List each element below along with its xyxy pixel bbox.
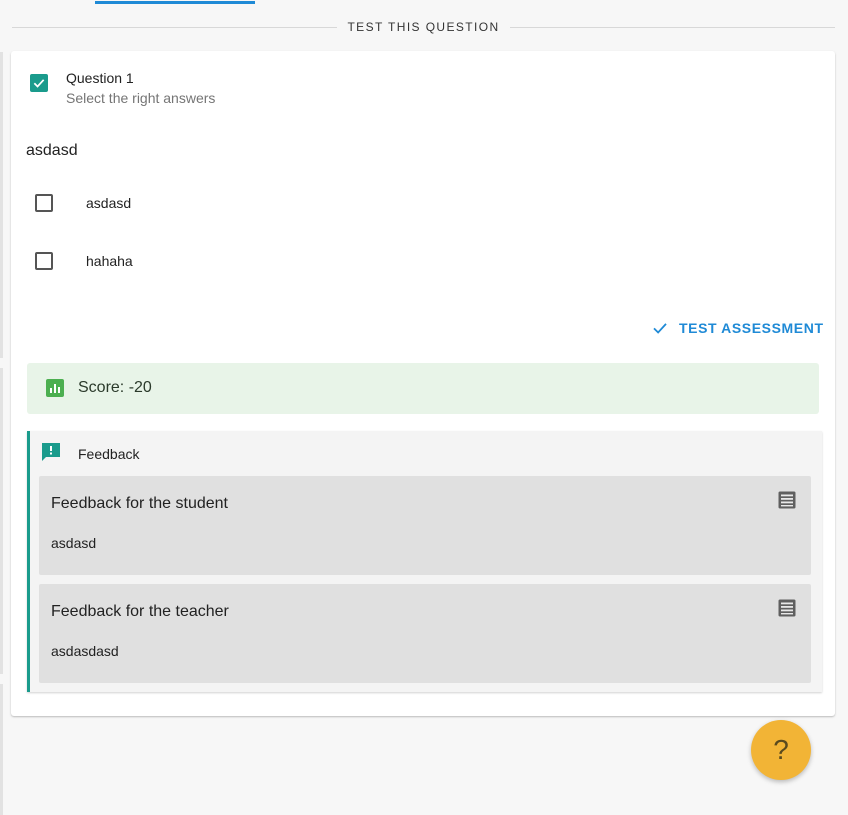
test-assessment-button[interactable]: TEST ASSESSMENT [651,319,824,337]
option-checkbox[interactable] [35,252,53,270]
answer-option[interactable]: hahaha [35,252,133,270]
section-divider: TEST THIS QUESTION [12,18,836,36]
question-card: Question 1 Select the right answers asda… [11,51,835,716]
feedback-card-text: asdasd [51,535,97,551]
test-assessment-label: TEST ASSESSMENT [679,320,824,336]
help-button[interactable]: ? [751,720,811,780]
divider-line [12,26,338,28]
feedback-card-student: Feedback for the student asdasd [39,476,811,575]
left-panel-edge [0,52,3,358]
bar-chart-icon [46,379,64,397]
question-checkbox[interactable] [30,74,48,92]
active-tab-indicator [95,1,255,4]
notes-icon [778,599,796,622]
feedback-title: Feedback [78,446,140,462]
option-label: asdasd [86,195,132,211]
left-panel-edge [0,684,3,815]
option-checkbox[interactable] [35,194,53,212]
feedback-card-teacher: Feedback for the teacher asdasdasd [39,584,811,683]
question-text: asdasd [26,142,78,159]
option-label: hahaha [86,253,133,269]
feedback-card-title: Feedback for the student [51,495,228,512]
feedback-card-text: asdasdasd [51,643,119,659]
check-icon [653,323,667,334]
help-icon: ? [773,734,789,765]
feedback-card-title: Feedback for the teacher [51,603,229,620]
question-subtitle: Select the right answers [66,90,216,106]
feedback-icon [41,442,61,467]
score-text: Score: -20 [78,379,152,396]
score-box: Score: -20 [27,363,819,414]
answer-option[interactable]: asdasd [35,194,131,212]
left-panel-edge [0,368,3,674]
divider-line [509,26,836,28]
section-title: TEST THIS QUESTION [347,20,500,34]
notes-icon [778,491,796,514]
question-title: Question 1 [66,70,134,86]
check-icon [33,79,45,88]
feedback-panel: Feedback Feedback for the student asdasd… [27,431,822,692]
